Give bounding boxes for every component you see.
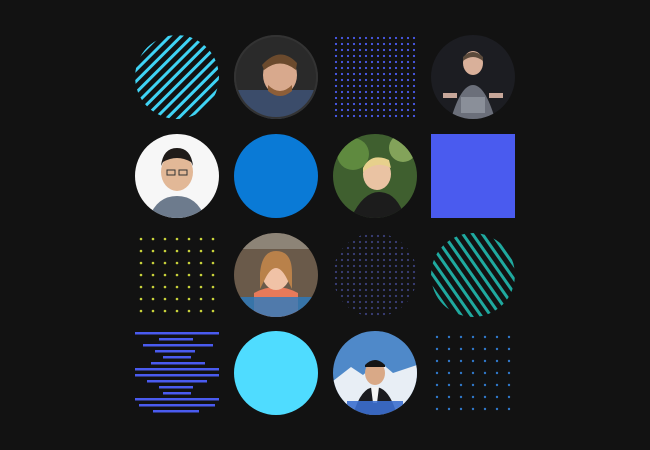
person-photo-3-icon <box>135 134 219 218</box>
avatar <box>431 35 515 119</box>
person-photo-6-icon <box>333 331 417 415</box>
cyan-striped-circle <box>135 35 219 119</box>
indigo-line-stack <box>135 331 219 415</box>
yellow-dot-grid <box>135 233 219 317</box>
avatar <box>234 35 318 119</box>
avatar <box>333 331 417 415</box>
navy-dot-circle <box>333 233 417 317</box>
blue-solid-circle <box>234 134 318 218</box>
avatar <box>234 233 318 317</box>
indigo-solid-square <box>431 134 515 218</box>
person-photo-5-icon <box>234 233 318 317</box>
person-photo-2-icon <box>431 35 515 119</box>
teal-striped-circle <box>431 233 515 317</box>
decorative-tile-grid <box>0 0 650 450</box>
light-cyan-solid-circle <box>234 331 318 415</box>
indigo-dot-square <box>333 35 417 119</box>
indigo-dot-grid <box>431 331 515 415</box>
avatar <box>333 134 417 218</box>
person-photo-1-icon <box>234 35 318 119</box>
person-photo-4-icon <box>333 134 417 218</box>
avatar <box>135 134 219 218</box>
